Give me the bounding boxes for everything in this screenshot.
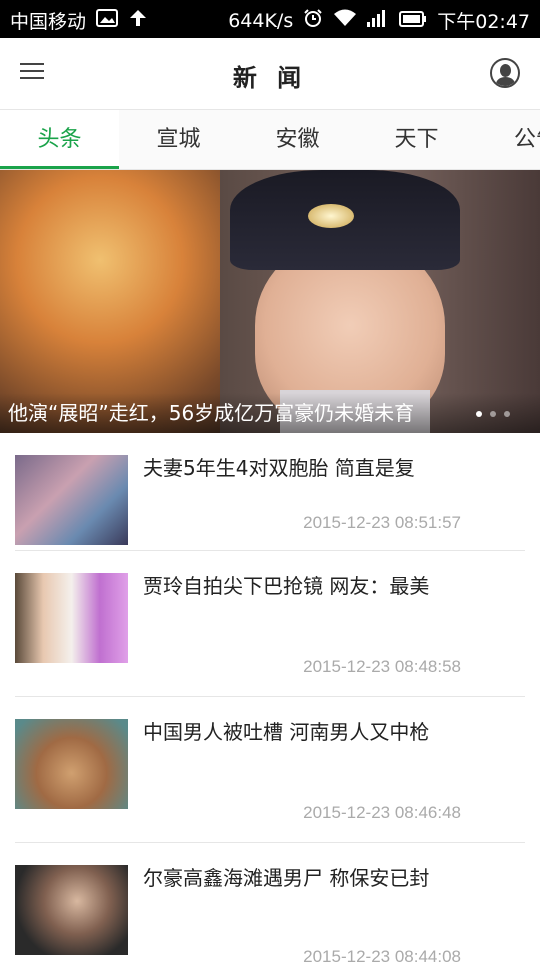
tab-world[interactable]: 天下	[357, 110, 476, 169]
hero-banner[interactable]: 他演“展昭”走红，56岁成亿万富豪仍未婚未育	[0, 170, 540, 433]
image-notification-icon	[96, 9, 119, 32]
battery-icon	[399, 10, 427, 32]
carousel-dot-active	[476, 411, 482, 417]
news-title: 贾玲自拍尖下巴抢镜 网友：最美	[143, 574, 430, 598]
status-bar: 中国移动 644K/s 下午02:47	[0, 0, 540, 38]
news-thumbnail	[15, 719, 128, 809]
user-profile-icon[interactable]	[490, 58, 520, 88]
status-bar-right: 644K/s 下午02:47	[228, 7, 530, 34]
status-bar-left: 中国移动	[10, 7, 148, 34]
carousel-dot	[490, 411, 496, 417]
news-title: 中国男人被吐槽 河南男人又中枪	[143, 720, 430, 744]
tab-headlines[interactable]: 头条	[0, 110, 119, 169]
carousel-dot	[504, 411, 510, 417]
signal-strength-icon	[367, 9, 389, 32]
tab-announcements[interactable]: 公告	[476, 110, 540, 169]
news-thumbnail	[15, 573, 128, 663]
wifi-icon	[333, 9, 357, 32]
page-title: 新 闻	[232, 64, 308, 92]
news-timestamp: 2015-12-23 08:46:48	[303, 803, 461, 822]
hero-image-hat-gem	[308, 204, 354, 228]
news-timestamp: 2015-12-23 08:51:57	[303, 513, 461, 532]
news-timestamp: 2015-12-23 08:48:58	[303, 657, 461, 676]
news-thumbnail	[15, 865, 128, 955]
alarm-clock-icon	[303, 8, 323, 33]
news-title: 夫妻5年生4对双胞胎 简直是复	[143, 456, 415, 480]
list-item[interactable]: 贾玲自拍尖下巴抢镜 网友：最美 2015-12-23 08:48:58	[15, 551, 525, 697]
upload-arrow-icon	[128, 8, 148, 33]
carousel-indicator	[476, 411, 510, 417]
tab-xuancheng[interactable]: 宣城	[119, 110, 238, 169]
list-item[interactable]: 夫妻5年生4对双胞胎 简直是复 2015-12-23 08:51:57	[15, 433, 525, 551]
list-item[interactable]: 中国男人被吐槽 河南男人又中枪 2015-12-23 08:46:48	[15, 697, 525, 843]
hero-caption: 他演“展昭”走红，56岁成亿万富豪仍未婚未育	[8, 401, 415, 425]
news-thumbnail	[15, 455, 128, 545]
news-timestamp: 2015-12-23 08:44:08	[303, 947, 461, 966]
list-item[interactable]: 尔豪高鑫海滩遇男尸 称保安已封 2015-12-23 08:44:08	[15, 843, 525, 966]
app-bar: 新 闻	[0, 38, 540, 110]
carrier-label: 中国移动	[10, 11, 87, 33]
network-speed: 644K/s	[228, 9, 294, 32]
clock-time: 下午02:47	[437, 11, 530, 33]
category-tabs: 头条 宣城 安徽 天下 公告	[0, 110, 540, 170]
news-title: 尔豪高鑫海滩遇男尸 称保安已封	[143, 866, 430, 890]
tab-anhui[interactable]: 安徽	[238, 110, 357, 169]
